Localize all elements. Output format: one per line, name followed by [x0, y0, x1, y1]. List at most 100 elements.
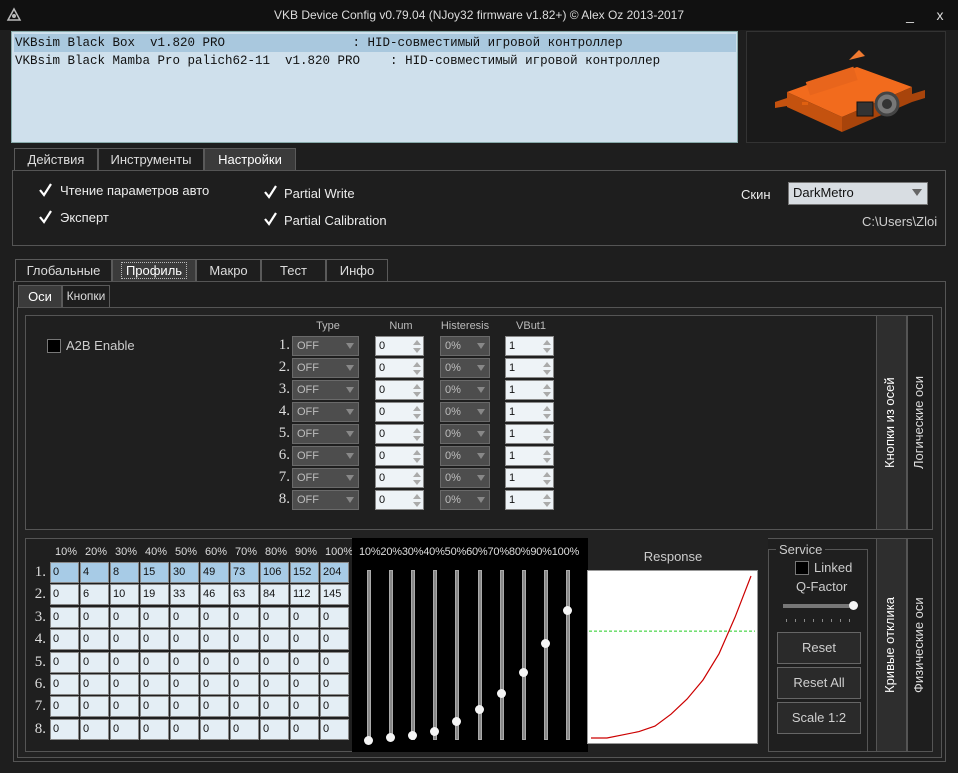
curve-value-cell[interactable]: 112	[290, 584, 319, 606]
histeresis-select[interactable]: 0%	[440, 468, 490, 488]
curve-value-cell[interactable]: 0	[320, 651, 349, 673]
curve-value-cell[interactable]: 0	[140, 696, 169, 718]
type-select[interactable]: OFF	[292, 468, 359, 488]
curve-value-cell[interactable]: 0	[170, 606, 199, 628]
side-tab-axis-buttons[interactable]: Кнопки из осей	[876, 315, 907, 530]
type-select[interactable]: OFF	[292, 380, 359, 400]
arrow-up-icon[interactable]	[543, 494, 551, 499]
vbut-stepper[interactable]: 1	[505, 358, 554, 378]
curve-value-cell[interactable]: 0	[290, 606, 319, 628]
tab-buttons[interactable]: Кнопки	[62, 285, 110, 307]
minimize-button[interactable]: _	[900, 5, 920, 25]
tab-tools[interactable]: Инструменты	[98, 148, 204, 170]
curve-value-cell[interactable]: 0	[230, 651, 259, 673]
curve-value-cell[interactable]: 8	[110, 562, 139, 583]
curve-value-cell[interactable]: 0	[230, 674, 259, 695]
num-stepper[interactable]: 0	[375, 490, 424, 510]
curve-value-cell[interactable]: 0	[200, 651, 229, 673]
vbut-stepper[interactable]: 1	[505, 402, 554, 422]
curve-value-cell[interactable]: 0	[290, 696, 319, 718]
arrow-down-icon[interactable]	[543, 392, 551, 397]
curve-slider-knob[interactable]	[496, 689, 506, 699]
curve-value-cell[interactable]: 0	[50, 696, 79, 718]
arrow-up-icon[interactable]	[413, 494, 421, 499]
histeresis-select[interactable]: 0%	[440, 446, 490, 466]
curve-slider-track[interactable]	[477, 570, 482, 740]
curve-value-cell[interactable]: 145	[320, 584, 349, 606]
num-stepper[interactable]: 0	[375, 402, 424, 422]
arrow-up-icon[interactable]	[413, 406, 421, 411]
histeresis-select[interactable]: 0%	[440, 424, 490, 444]
curve-value-cell[interactable]: 152	[290, 562, 319, 583]
curve-value-cell[interactable]: 0	[170, 696, 199, 718]
curve-value-cell[interactable]: 0	[170, 629, 199, 651]
arrow-down-icon[interactable]	[543, 458, 551, 463]
histeresis-select[interactable]: 0%	[440, 336, 490, 356]
reset-all-button[interactable]: Reset All	[777, 667, 861, 699]
curve-value-cell[interactable]: 0	[200, 606, 229, 628]
arrow-up-icon[interactable]	[413, 362, 421, 367]
curve-value-cell[interactable]: 0	[230, 718, 259, 740]
vbut-stepper[interactable]: 1	[505, 490, 554, 510]
curve-value-cell[interactable]: 63	[230, 584, 259, 606]
curve-value-cell[interactable]: 0	[260, 651, 289, 673]
curve-slider-knob[interactable]	[364, 736, 373, 745]
arrow-up-icon[interactable]	[543, 450, 551, 455]
curve-value-cell[interactable]: 0	[200, 674, 229, 695]
curve-value-cell[interactable]: 0	[170, 718, 199, 740]
curve-value-cell[interactable]: 106	[260, 562, 289, 583]
curve-value-cell[interactable]: 0	[140, 718, 169, 740]
curve-value-cell[interactable]: 0	[230, 606, 259, 628]
arrow-up-icon[interactable]	[543, 428, 551, 433]
curve-value-cell[interactable]: 0	[260, 606, 289, 628]
num-stepper[interactable]: 0	[375, 358, 424, 378]
histeresis-select[interactable]: 0%	[440, 490, 490, 510]
partial-write-checkbox[interactable]	[263, 185, 277, 199]
curve-value-cell[interactable]: 0	[230, 696, 259, 718]
a2b-enable-checkbox[interactable]	[47, 339, 61, 353]
curve-value-cell[interactable]: 0	[200, 629, 229, 651]
curve-value-cell[interactable]: 0	[80, 606, 109, 628]
curve-value-cell[interactable]: 0	[170, 651, 199, 673]
arrow-down-icon[interactable]	[543, 414, 551, 419]
arrow-down-icon[interactable]	[413, 458, 421, 463]
curve-slider-track[interactable]	[367, 570, 371, 740]
vbut-stepper[interactable]: 1	[505, 336, 554, 356]
curve-value-cell[interactable]: 15	[140, 562, 169, 583]
curve-value-cell[interactable]: 0	[110, 651, 139, 673]
curve-value-cell[interactable]: 84	[260, 584, 289, 606]
arrow-down-icon[interactable]	[543, 480, 551, 485]
histeresis-select[interactable]: 0%	[440, 380, 490, 400]
curve-slider-knob[interactable]	[562, 606, 572, 615]
type-select[interactable]: OFF	[292, 358, 359, 378]
curve-value-cell[interactable]: 0	[290, 629, 319, 651]
curve-value-cell[interactable]: 0	[110, 606, 139, 628]
curve-value-cell[interactable]: 0	[260, 718, 289, 740]
linked-checkbox[interactable]	[795, 561, 809, 575]
tab-global[interactable]: Глобальные	[15, 259, 112, 281]
curve-value-cell[interactable]: 204	[320, 562, 349, 583]
curve-slider-track[interactable]	[543, 570, 548, 740]
type-select[interactable]: OFF	[292, 446, 359, 466]
side-tab-response-curves[interactable]: Кривые отклика	[876, 538, 907, 752]
device-row[interactable]: VKBsim Black Box v1.820 PRO : HID-совмес…	[14, 34, 736, 52]
curve-value-cell[interactable]: 0	[140, 629, 169, 651]
curve-value-cell[interactable]: 10	[110, 584, 139, 606]
vbut-stepper[interactable]: 1	[505, 424, 554, 444]
type-select[interactable]: OFF	[292, 336, 359, 356]
curve-value-cell[interactable]: 6	[80, 584, 109, 606]
histeresis-select[interactable]: 0%	[440, 358, 490, 378]
qfactor-slider[interactable]	[783, 604, 857, 608]
curve-value-cell[interactable]: 0	[200, 718, 229, 740]
curve-value-cell[interactable]: 0	[110, 718, 139, 740]
arrow-up-icon[interactable]	[543, 362, 551, 367]
arrow-down-icon[interactable]	[413, 480, 421, 485]
curve-value-cell[interactable]: 33	[170, 584, 199, 606]
arrow-up-icon[interactable]	[543, 340, 551, 345]
arrow-up-icon[interactable]	[543, 384, 551, 389]
arrow-up-icon[interactable]	[413, 340, 421, 345]
arrow-up-icon[interactable]	[413, 384, 421, 389]
curve-value-cell[interactable]: 0	[140, 651, 169, 673]
arrow-up-icon[interactable]	[543, 472, 551, 477]
type-select[interactable]: OFF	[292, 424, 359, 444]
